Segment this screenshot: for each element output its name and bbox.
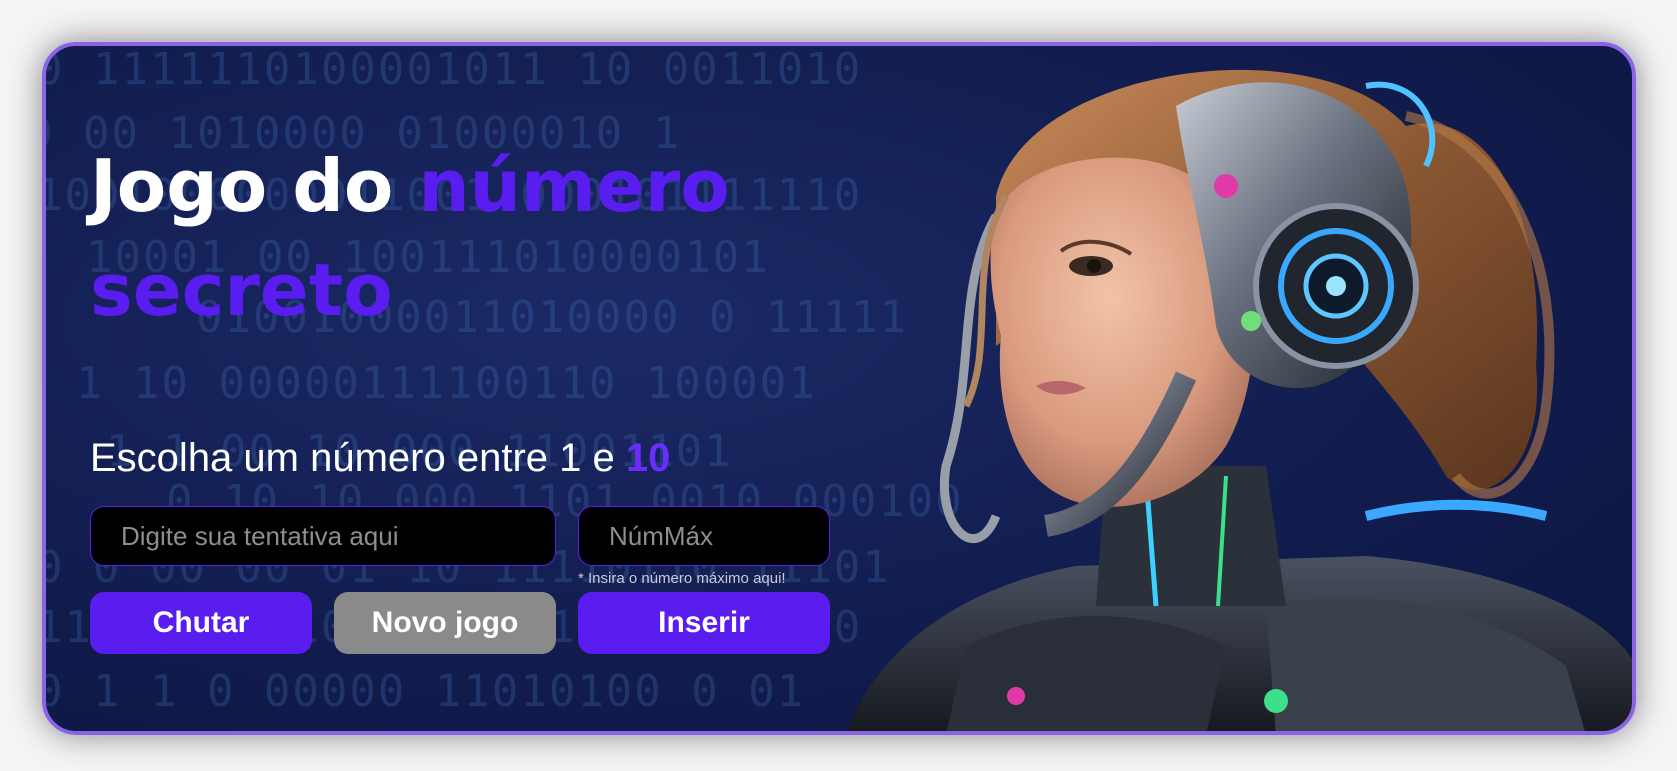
guess-button[interactable]: Chutar bbox=[90, 592, 312, 654]
instruction-text: Escolha um número entre 1 e 10 bbox=[90, 436, 670, 481]
max-number-input[interactable] bbox=[578, 506, 830, 566]
cyborg-girl-illustration bbox=[847, 69, 1632, 731]
new-game-button[interactable]: Novo jogo bbox=[334, 592, 556, 654]
max-number-hint: * Insira o número máximo aqui! bbox=[578, 570, 786, 587]
page-title: Jogo do número secreto bbox=[90, 134, 790, 342]
title-text-accent: número bbox=[418, 144, 730, 228]
max-number-value: 10 bbox=[625, 436, 671, 480]
insert-max-button[interactable]: Inserir bbox=[578, 592, 830, 654]
game-card: 0 1111110100001011 10 0011010 0 00 10100… bbox=[42, 42, 1636, 735]
guess-input[interactable] bbox=[90, 506, 556, 566]
title-text-accent-2: secreto bbox=[90, 248, 393, 332]
instruction-label: Escolha um número entre 1 e bbox=[90, 436, 626, 480]
title-text-white: Jogo do bbox=[90, 144, 419, 228]
